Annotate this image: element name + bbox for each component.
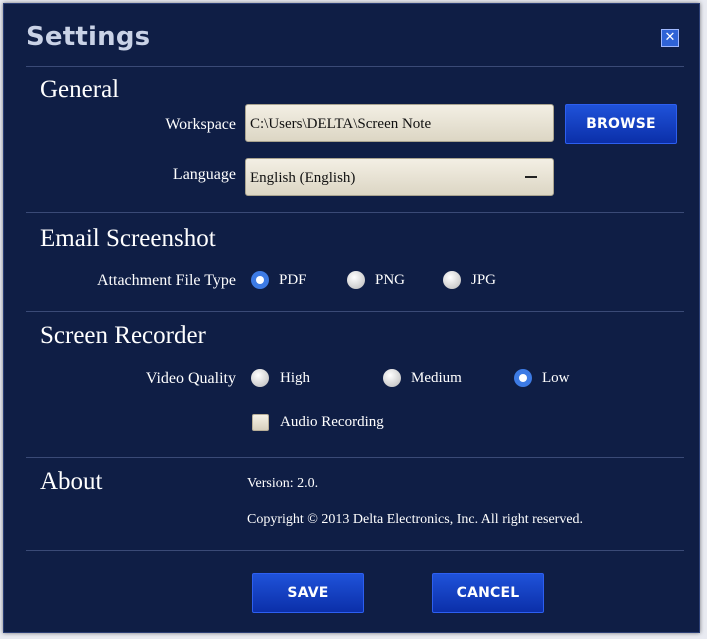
- radio-pdf-label: PDF: [279, 272, 307, 288]
- audio-recording-label: Audio Recording: [280, 414, 384, 430]
- workspace-label: Workspace: [165, 116, 236, 133]
- close-button[interactable]: ✕: [661, 29, 679, 47]
- radio-high-label: High: [280, 370, 310, 386]
- section-title-recorder: Screen Recorder: [40, 322, 206, 349]
- radio-low[interactable]: [514, 369, 532, 387]
- radio-png[interactable]: [347, 271, 365, 289]
- browse-button[interactable]: BROWSE: [565, 104, 677, 144]
- divider: [26, 550, 684, 551]
- save-button[interactable]: SAVE: [252, 573, 364, 613]
- divider: [26, 66, 684, 67]
- workspace-field[interactable]: C:\Users\DELTA\Screen Note: [245, 104, 554, 142]
- divider: [26, 457, 684, 458]
- radio-jpg[interactable]: [443, 271, 461, 289]
- close-icon: ✕: [664, 30, 676, 45]
- radio-png-label: PNG: [375, 272, 406, 288]
- section-title-about: About: [40, 468, 103, 495]
- divider: [26, 311, 684, 312]
- section-title-email: Email Screenshot: [40, 225, 216, 252]
- radio-high[interactable]: [251, 369, 269, 387]
- dialog-title: Settings: [26, 22, 151, 52]
- settings-dialog: Settings ✕ General Workspace C:\Users\DE…: [3, 3, 700, 633]
- cancel-button[interactable]: CANCEL: [432, 573, 544, 613]
- radio-jpg-label: JPG: [471, 272, 497, 288]
- audio-recording-checkbox[interactable]: [252, 414, 269, 431]
- section-title-general: General: [40, 76, 120, 103]
- language-value: English (English): [250, 170, 356, 186]
- radio-low-label: Low: [542, 370, 570, 386]
- video-quality-label: Video Quality: [145, 370, 236, 387]
- language-select[interactable]: English (English): [245, 158, 554, 196]
- radio-pdf[interactable]: [251, 271, 269, 289]
- attachment-type-label: Attachment File Type: [97, 272, 236, 289]
- divider: [26, 212, 684, 213]
- version-text: Version: 2.0.: [247, 476, 319, 491]
- radio-medium-label: Medium: [411, 370, 462, 386]
- language-label: Language: [172, 166, 236, 183]
- copyright-text: Copyright © 2013 Delta Electronics, Inc.…: [247, 512, 584, 527]
- radio-medium[interactable]: [383, 369, 401, 387]
- workspace-value: C:\Users\DELTA\Screen Note: [250, 116, 432, 132]
